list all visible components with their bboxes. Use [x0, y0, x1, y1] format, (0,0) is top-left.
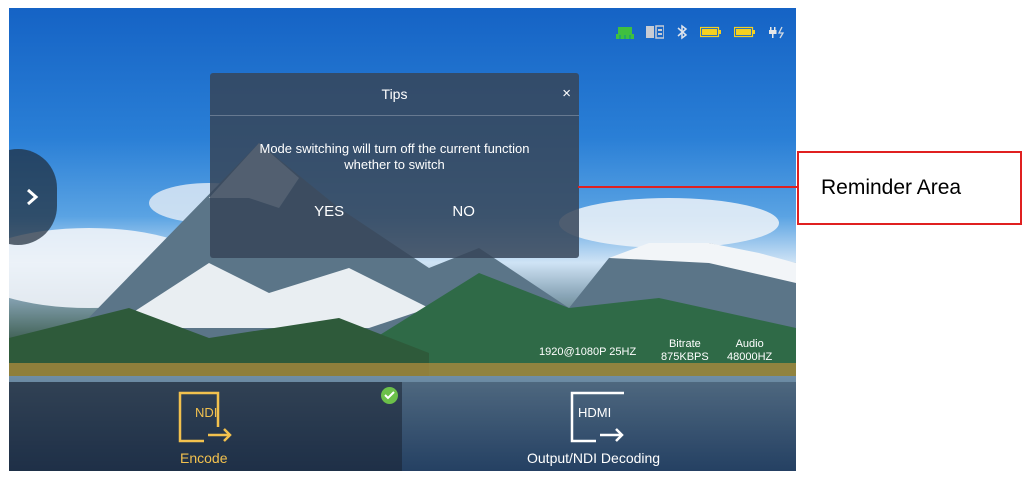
reminder-area-callout: Reminder Area: [797, 151, 1022, 225]
status-bar: [616, 24, 786, 40]
bluetooth-icon: [676, 24, 688, 40]
no-button[interactable]: NO: [442, 201, 485, 222]
mode-encode[interactable]: NDI Encode: [9, 382, 402, 471]
dialog-buttons: YES NO: [210, 201, 579, 222]
bitrate-label: Bitrate: [668, 338, 701, 350]
mode-output[interactable]: HDMI Output/NDI Decoding: [402, 382, 796, 471]
yes-button[interactable]: YES: [304, 201, 354, 222]
dialog-message-line: Mode switching will turn off the current…: [259, 141, 530, 156]
network-icon: [616, 25, 634, 39]
charging-icon: [768, 25, 786, 39]
battery-icon: [734, 26, 756, 38]
sd-card-icon: [646, 25, 664, 39]
dialog-title: Tips: [381, 86, 408, 102]
selected-check-icon: [381, 387, 398, 404]
dialog-message-line: whether to switch: [344, 157, 445, 172]
mode-icon-text: HDMI: [578, 405, 612, 420]
audio-value: 48000HZ: [727, 351, 773, 363]
dialog-message: Mode switching will turn off the current…: [210, 141, 579, 173]
callout-line: [578, 186, 797, 188]
dialog-header: Tips ×: [210, 73, 579, 116]
resolution-info: 1920@1080P 25HZ: [539, 346, 637, 358]
audio-info: Audio 48000HZ: [727, 338, 772, 364]
close-icon[interactable]: ×: [562, 85, 571, 102]
audio-label: Audio: [735, 338, 764, 350]
device-screen: Tips × Mode switching will turn off the …: [9, 8, 796, 471]
mode-bar: NDI Encode HDMI Output/NDI Decoding: [9, 382, 796, 471]
bitrate-value: 875KBPS: [661, 351, 709, 363]
mode-label: Output/NDI Decoding: [527, 450, 661, 466]
tips-dialog: Tips × Mode switching will turn off the …: [210, 73, 579, 258]
battery-icon: [700, 26, 722, 38]
bitrate-info: Bitrate 875KBPS: [661, 338, 709, 364]
mode-icon-text: NDI: [195, 405, 218, 420]
chevron-right-icon: [27, 188, 39, 206]
mode-label: Encode: [180, 450, 228, 466]
